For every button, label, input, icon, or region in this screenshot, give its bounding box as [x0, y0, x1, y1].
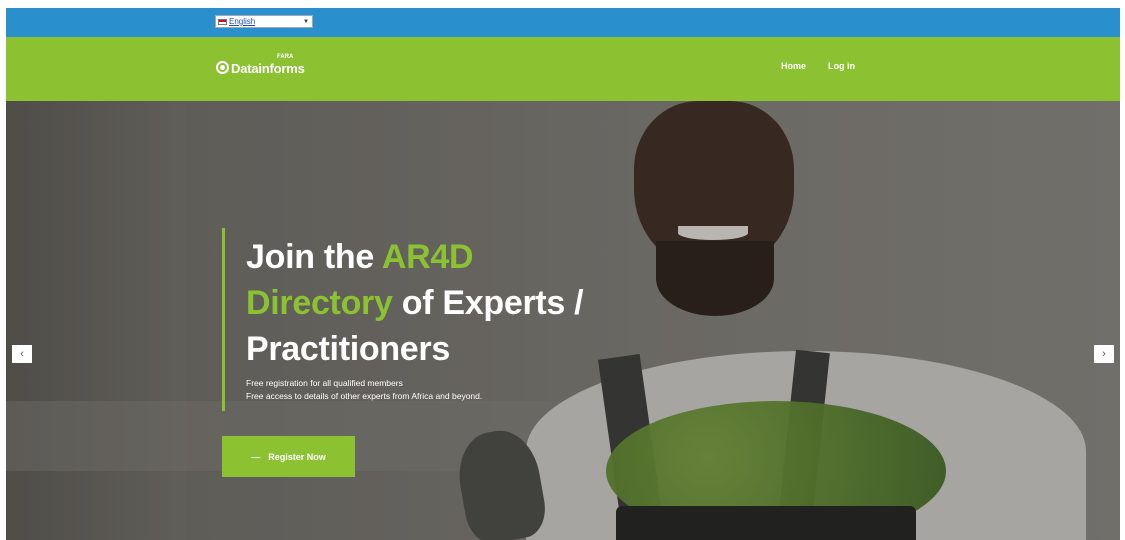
logo-icon — [216, 61, 229, 74]
register-now-button[interactable]: — Register Now — [222, 436, 355, 477]
headline-text-2: of Experts / — [392, 284, 584, 322]
hero-subtext: Free registration for all qualified memb… — [246, 377, 482, 403]
headline-text-1: Join the — [246, 238, 382, 276]
headline-text-3: Practitioners — [246, 330, 450, 368]
carousel-prev-button[interactable]: ‹ — [12, 345, 32, 363]
chevron-right-icon: › — [1102, 348, 1106, 360]
nav-login-link[interactable]: Log in — [828, 61, 855, 71]
flag-icon — [218, 18, 227, 25]
chevron-left-icon: ‹ — [20, 348, 24, 360]
language-select[interactable]: English ▼ — [215, 15, 313, 28]
logo-name: Datainforms — [231, 61, 305, 76]
language-label: English — [229, 17, 256, 26]
hero-headline: Join the AR4D Directory of Experts / Pra… — [246, 234, 766, 372]
logo-superscript: FARA — [277, 54, 294, 60]
carousel-next-button[interactable]: › — [1094, 345, 1114, 363]
site-header: Datainforms FARA Home Log in — [6, 37, 1120, 101]
headline-highlight-2: Directory — [246, 284, 393, 322]
dash-icon: — — [251, 451, 261, 462]
language-bar: English ▼ — [6, 8, 1120, 37]
hero-carousel: Join the AR4D Directory of Experts / Pra… — [6, 101, 1120, 540]
dropdown-caret-icon: ▼ — [303, 18, 309, 25]
register-now-label: Register Now — [268, 451, 326, 462]
headline-accent-bar — [222, 228, 225, 411]
hero-subtext-line-2: Free access to details of other experts … — [246, 391, 483, 401]
headline-highlight-1: AR4D — [381, 238, 474, 276]
hero-subtext-line-1: Free registration for all qualified memb… — [246, 378, 403, 388]
page: English ▼ Datainforms FARA Home Log in J… — [6, 8, 1120, 540]
nav-home-link[interactable]: Home — [781, 61, 806, 71]
